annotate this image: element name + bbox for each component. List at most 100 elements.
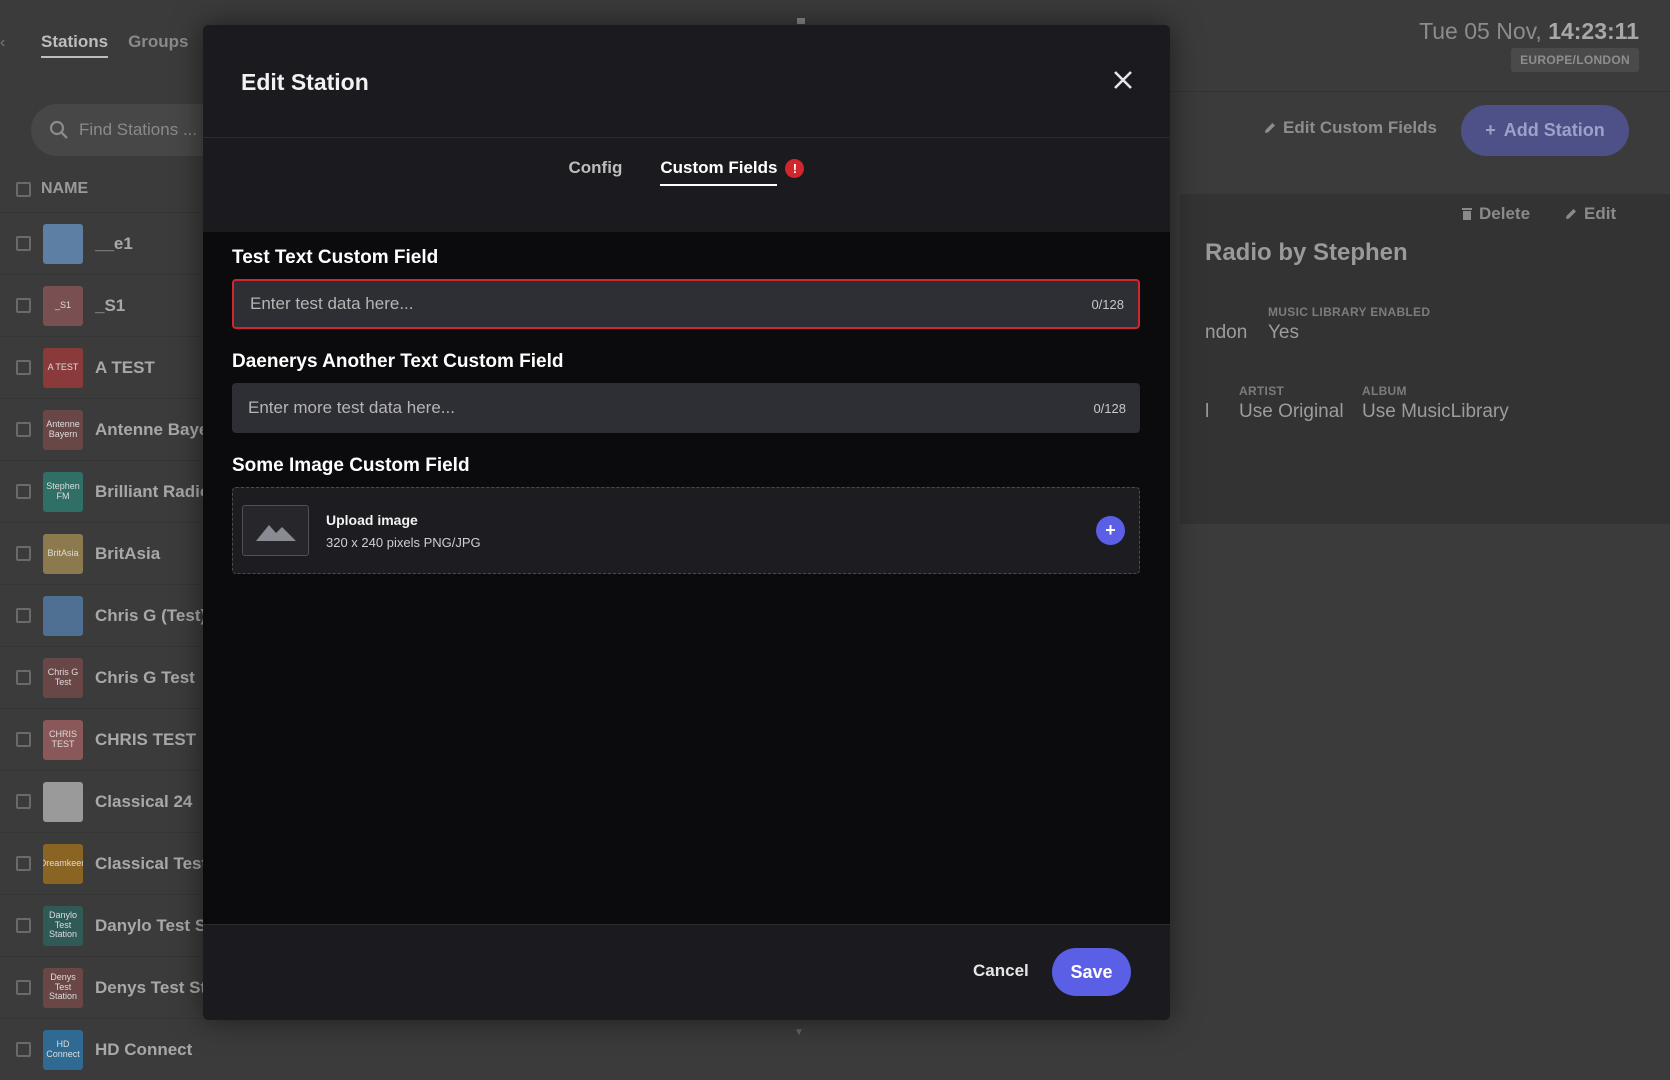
station-checkbox[interactable] bbox=[16, 794, 31, 809]
station-thumbnail: Denys Test Station bbox=[43, 967, 83, 1008]
edit-label: Edit bbox=[1584, 204, 1617, 223]
station-row[interactable]: Antenne Bayern Antenne Bayern bbox=[0, 398, 230, 460]
edit-custom-fields-button[interactable]: Edit Custom Fields bbox=[1263, 118, 1437, 138]
scrollbar-thumb[interactable] bbox=[797, 18, 805, 24]
modal-tabs-bar: Config Custom Fields ! bbox=[203, 138, 1170, 232]
modal-body: Test Text Custom Field 0/128 Daenerys An… bbox=[232, 247, 1142, 574]
music-library-label: MUSIC LIBRARY ENABLED bbox=[1268, 305, 1431, 319]
artist-value: Use Original bbox=[1239, 401, 1344, 422]
add-image-plus-icon[interactable]: + bbox=[1096, 516, 1125, 545]
station-checkbox[interactable] bbox=[16, 484, 31, 499]
tab-config-label: Config bbox=[568, 158, 623, 177]
tab-custom-fields-label: Custom Fields bbox=[660, 158, 778, 186]
upload-hint: 320 x 240 pixels PNG/JPG bbox=[326, 534, 481, 550]
station-checkbox[interactable] bbox=[16, 298, 31, 313]
clock-time: 14:23:11 bbox=[1548, 18, 1639, 44]
station-checkbox[interactable] bbox=[16, 856, 31, 871]
station-thumbnail: Dreamkeen bbox=[43, 843, 83, 884]
error-badge-icon: ! bbox=[785, 158, 805, 178]
station-checkbox[interactable] bbox=[16, 732, 31, 747]
station-name: Chris G Test bbox=[95, 667, 195, 687]
search-input[interactable]: Find Stations ... bbox=[79, 120, 197, 140]
upload-title: Upload image bbox=[326, 511, 418, 528]
tab-custom-fields[interactable]: Custom Fields ! bbox=[660, 158, 805, 194]
close-icon[interactable] bbox=[1110, 67, 1136, 93]
album-label: ALBUM bbox=[1362, 384, 1407, 398]
station-checkbox[interactable] bbox=[16, 670, 31, 685]
add-station-button[interactable]: + Add Station bbox=[1461, 105, 1629, 156]
detail-actions: Delete Edit bbox=[1461, 204, 1616, 224]
station-thumbnail: BritAsia bbox=[43, 533, 83, 574]
station-thumbnail: CHRIS TEST bbox=[43, 719, 83, 760]
scroll-down-arrow-icon[interactable]: ▼ bbox=[794, 1027, 804, 1038]
station-row[interactable]: HD Connect HD Connect bbox=[0, 1018, 230, 1080]
name-column-header[interactable]: NAME bbox=[41, 180, 88, 198]
station-checkbox[interactable] bbox=[16, 360, 31, 375]
station-row[interactable]: CHRIS TEST CHRIS TEST bbox=[0, 708, 230, 770]
image-placeholder-icon bbox=[242, 505, 309, 556]
station-thumbnail: Danylo Test Station bbox=[43, 905, 83, 946]
tab-stations[interactable]: Stations bbox=[41, 32, 109, 58]
station-name: _S1 bbox=[95, 295, 126, 315]
station-row[interactable]: _S1 _S1 bbox=[0, 274, 230, 336]
station-name: A TEST bbox=[95, 357, 155, 377]
select-all-checkbox[interactable] bbox=[16, 181, 31, 197]
field-label-image: Some Image Custom Field bbox=[232, 455, 470, 476]
station-name: Chris G (Test) bbox=[95, 605, 207, 625]
station-name: HD Connect bbox=[95, 1039, 193, 1059]
station-checkbox[interactable] bbox=[16, 980, 31, 995]
station-thumbnail: _S1 bbox=[43, 285, 83, 326]
station-row[interactable]: Danylo Test Station Danylo Test Station bbox=[0, 894, 252, 956]
station-thumbnail: A TEST bbox=[43, 347, 83, 388]
save-button[interactable]: Save bbox=[1052, 948, 1131, 996]
modal-header: Edit Station bbox=[203, 25, 1170, 138]
daenerys-text-input[interactable] bbox=[248, 398, 1094, 418]
station-thumbnail: Antenne Bayern bbox=[43, 409, 83, 450]
delete-button[interactable]: Delete bbox=[1461, 204, 1530, 224]
upload-text: Upload image 320 x 240 pixels PNG/JPG bbox=[326, 512, 1096, 550]
station-row[interactable]: __e1 bbox=[0, 212, 230, 274]
station-row[interactable]: BritAsia BritAsia bbox=[0, 522, 230, 584]
tab-groups[interactable]: Groups bbox=[128, 32, 188, 58]
station-row[interactable]: A TEST A TEST bbox=[0, 336, 230, 398]
station-checkbox[interactable] bbox=[16, 918, 31, 933]
album-value: Use MusicLibrary bbox=[1362, 401, 1509, 422]
cancel-button[interactable]: Cancel bbox=[973, 961, 1029, 981]
detail-timezone-value: ndon bbox=[1205, 322, 1248, 343]
field-label-daenerys-text: Daenerys Another Text Custom Field bbox=[232, 351, 564, 372]
top-tabs: Stations Groups bbox=[41, 32, 189, 58]
station-checkbox[interactable] bbox=[16, 422, 31, 437]
station-row[interactable]: Classical 24 bbox=[0, 770, 230, 832]
station-row[interactable]: Chris G Test Chris G Test bbox=[0, 646, 230, 708]
modal-footer: Cancel Save bbox=[203, 924, 1170, 1020]
detail-station-title: Radio by Stephen bbox=[1205, 239, 1408, 266]
station-row[interactable]: Stephen FM Brilliant Radio by Stephen bbox=[0, 460, 307, 522]
detail-partial-value: l bbox=[1205, 401, 1210, 422]
station-checkbox[interactable] bbox=[16, 236, 31, 251]
chevron-left-icon[interactable]: ‹ bbox=[0, 34, 5, 52]
music-library-value: Yes bbox=[1268, 322, 1299, 343]
edit-custom-fields-label: Edit Custom Fields bbox=[1283, 118, 1437, 137]
station-thumbnail bbox=[43, 595, 83, 636]
tab-config[interactable]: Config bbox=[569, 158, 623, 186]
station-thumbnail bbox=[43, 781, 83, 822]
pencil-icon bbox=[1265, 123, 1275, 133]
edit-button[interactable]: Edit bbox=[1564, 204, 1616, 224]
list-header: NAME bbox=[16, 180, 88, 198]
station-checkbox[interactable] bbox=[16, 1042, 31, 1057]
station-checkbox[interactable] bbox=[16, 608, 31, 623]
daenerys-text-field: 0/128 bbox=[232, 383, 1140, 433]
station-row[interactable]: Denys Test Station Denys Test Station bbox=[0, 956, 247, 1018]
station-row[interactable]: Chris G (Test) bbox=[0, 584, 230, 646]
image-upload-dropzone[interactable]: Upload image 320 x 240 pixels PNG/JPG + bbox=[232, 487, 1140, 574]
station-name: BritAsia bbox=[95, 543, 161, 563]
plus-icon: + bbox=[1485, 120, 1496, 140]
test-text-field: 0/128 bbox=[232, 279, 1140, 329]
edit-station-modal: Edit Station Config Custom Fields ! Test… bbox=[203, 25, 1170, 1020]
station-row[interactable]: Dreamkeen Classical Test2 bbox=[0, 832, 230, 894]
add-station-label: Add Station bbox=[1503, 120, 1605, 140]
test-text-input[interactable] bbox=[250, 294, 1092, 314]
station-checkbox[interactable] bbox=[16, 546, 31, 561]
station-list: __e1 _S1 _S1 A TEST A TEST Antenne Bayern Ante… bbox=[0, 212, 307, 1080]
clock: Tue 05 Nov, 14:23:11 bbox=[1419, 18, 1639, 45]
